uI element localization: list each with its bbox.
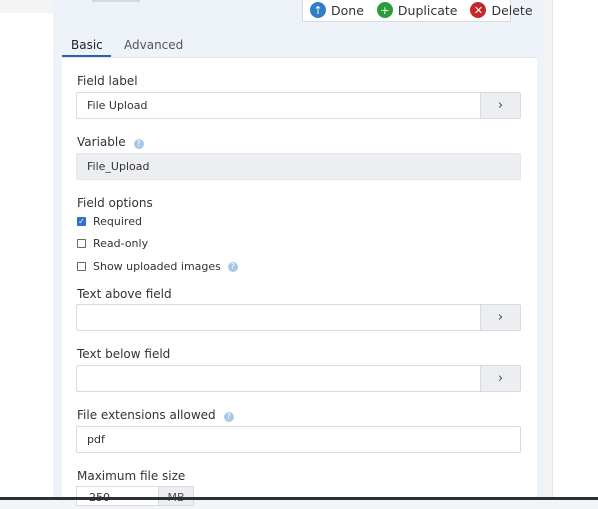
left-panel (0, 13, 53, 500)
chevron-right-icon: › (497, 371, 504, 386)
chevron-right-icon: › (497, 310, 504, 325)
read-only-label: Read-only (93, 237, 149, 250)
text-above-expand-button[interactable]: › (480, 305, 520, 330)
plus-circle-icon: + (376, 2, 393, 18)
field-label-heading: Field label (77, 74, 138, 88)
option-required[interactable]: ✓ Required (77, 215, 142, 228)
variable-value: File_Upload (87, 160, 150, 173)
text-below-heading: Text below field (77, 347, 171, 361)
chevron-right-icon: › (497, 98, 504, 113)
delete-button[interactable]: ✕ Delete (470, 2, 533, 18)
editor-tabs: Basic Advanced (62, 34, 537, 58)
x-circle-icon: ✕ (470, 2, 487, 18)
help-icon[interactable]: ? (227, 261, 238, 272)
variable-label: Variable (77, 135, 126, 149)
variable-heading: Variable? (77, 135, 144, 149)
variable-field: File_Upload (76, 153, 521, 180)
field-label-expand-button[interactable]: › (480, 93, 520, 118)
field-label-input[interactable]: File Upload (87, 99, 147, 112)
help-icon[interactable]: ? (133, 139, 144, 149)
read-only-checkbox[interactable] (77, 239, 86, 248)
option-read-only[interactable]: Read-only (77, 237, 148, 250)
file-size-unit: MB (158, 486, 194, 506)
right-panel (553, 0, 598, 500)
text-above-heading: Text above field (77, 287, 172, 301)
field-label-input-group: File Upload › (76, 92, 521, 119)
field-actions-toolbar: ↑ Done + Duplicate ✕ Delete (302, 0, 533, 22)
basic-settings-card: Field label File Upload › Variable? File… (62, 57, 537, 506)
top-tab-stub (92, 0, 140, 2)
max-file-size-field: 250 (76, 486, 158, 506)
text-below-input-group: › (76, 365, 521, 392)
text-above-input-group: › (76, 304, 521, 331)
done-button[interactable]: ↑ Done (310, 2, 364, 18)
text-below-expand-button[interactable]: › (480, 366, 520, 391)
file-extensions-input[interactable]: pdf (87, 433, 105, 446)
file-extensions-label: File extensions allowed (77, 408, 216, 422)
panel-gutter (543, 0, 552, 500)
help-icon[interactable]: ? (223, 412, 234, 422)
field-options-heading: Field options (77, 196, 153, 210)
required-checkbox[interactable]: ✓ (77, 217, 86, 226)
duplicate-label: Duplicate (397, 2, 458, 18)
done-label: Done (331, 2, 364, 18)
file-extensions-field: pdf (76, 426, 521, 453)
required-label: Required (93, 215, 142, 228)
delete-label: Delete (491, 2, 533, 18)
max-file-size-heading: Maximum file size (77, 469, 186, 483)
show-images-checkbox[interactable] (77, 262, 86, 271)
duplicate-button[interactable]: + Duplicate (376, 2, 458, 18)
arrow-up-circle-icon: ↑ (310, 2, 326, 18)
option-show-uploaded-images[interactable]: Show uploaded images ? (77, 260, 238, 273)
tab-advanced[interactable]: Advanced (124, 38, 183, 52)
tab-basic[interactable]: Basic (71, 38, 103, 52)
file-extensions-heading: File extensions allowed? (77, 408, 234, 422)
show-images-label: Show uploaded images (93, 260, 221, 273)
